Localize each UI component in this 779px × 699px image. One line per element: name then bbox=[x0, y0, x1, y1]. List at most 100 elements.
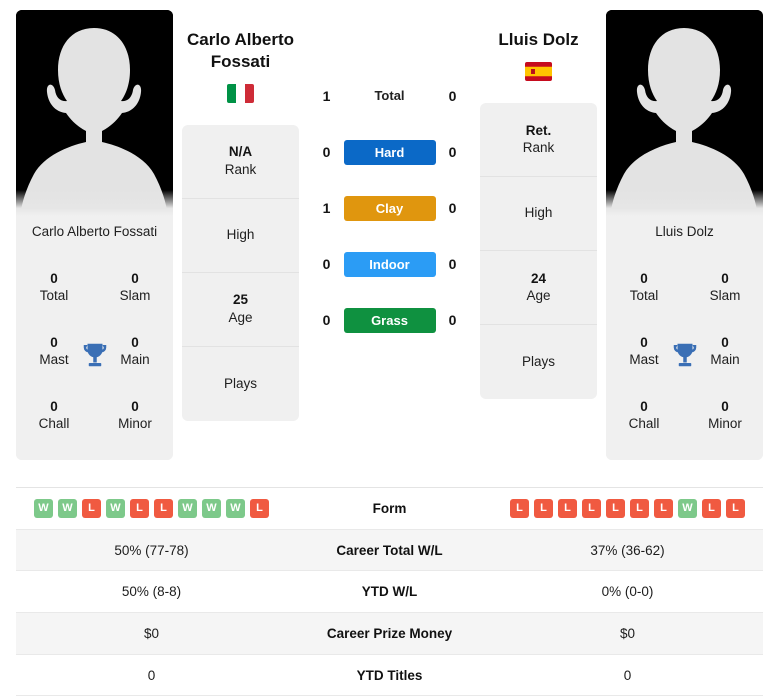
titles-main: 0 Main bbox=[109, 335, 161, 369]
stat-right-value: 0 bbox=[623, 667, 632, 683]
form-badge-loss[interactable]: L bbox=[154, 498, 173, 518]
table-row: 50% (8-8) YTD W/L 0% (0-0) bbox=[16, 571, 763, 614]
form-badge-win[interactable]: W bbox=[34, 498, 53, 518]
left-age-block: 25 Age bbox=[182, 273, 299, 347]
form-badge-loss[interactable]: L bbox=[510, 498, 529, 518]
spain-flag-icon bbox=[525, 61, 552, 81]
head-to-head-column: 1 Total 0 0 Hard 0 1 Clay 0 0 Indoor 0 0 Grass 0 bbox=[308, 10, 471, 348]
left-player-card: Carlo Alberto Fossati 0 Total 0 Slam 0 M… bbox=[16, 10, 173, 461]
stat-row-label: YTD Titles bbox=[356, 667, 423, 683]
surface-pill-hard[interactable]: Hard bbox=[343, 139, 436, 165]
h2h-surface-label: Total bbox=[344, 87, 436, 105]
h2h-left-score: 1 bbox=[322, 88, 331, 104]
stat-right-value: 0% (0-0) bbox=[601, 584, 654, 600]
titles-chall: 0 Chall bbox=[28, 399, 80, 433]
titles-mast-value: 0 bbox=[50, 335, 58, 351]
h2h-right-score: 0 bbox=[448, 144, 457, 160]
h2h-surface-label[interactable]: Indoor bbox=[343, 251, 436, 277]
titles-main-value: 0 bbox=[131, 335, 139, 351]
titles-total: 0 Total bbox=[28, 271, 80, 305]
titles-minor-value: 0 bbox=[721, 399, 729, 415]
titles-row-bottom: 0 Chall 0 Minor bbox=[606, 384, 763, 448]
h2h-surface-label[interactable]: Hard bbox=[343, 139, 436, 165]
titles-total-value: 0 bbox=[50, 271, 58, 287]
left-age-value: 25 bbox=[232, 292, 249, 308]
titles-main-value: 0 bbox=[721, 335, 729, 351]
player-silhouette-icon bbox=[606, 10, 763, 216]
titles-slam-label: Slam bbox=[709, 288, 741, 304]
form-badge-loss[interactable]: L bbox=[582, 498, 601, 518]
titles-main-label: Main bbox=[710, 352, 740, 368]
titles-mast: 0 Mast bbox=[618, 335, 670, 369]
photo-fade bbox=[16, 190, 173, 216]
form-badge-loss[interactable]: L bbox=[630, 498, 649, 518]
form-badge-loss[interactable]: L bbox=[534, 498, 553, 518]
surface-pill-indoor[interactable]: Indoor bbox=[343, 251, 436, 277]
stat-right-value: $0 bbox=[619, 625, 636, 641]
left-rank-value: N/A bbox=[228, 144, 253, 160]
titles-mast-value: 0 bbox=[640, 335, 648, 351]
stat-row-label: Career Total W/L bbox=[336, 542, 443, 558]
right-high-block: High bbox=[480, 177, 597, 251]
left-rank-label: Rank bbox=[224, 162, 257, 177]
surface-pill-clay[interactable]: Clay bbox=[343, 195, 436, 221]
titles-total-label: Total bbox=[39, 288, 69, 304]
right-high-label: High bbox=[524, 205, 553, 221]
titles-row-bottom: 0 Chall 0 Minor bbox=[16, 384, 173, 448]
form-badge-loss[interactable]: L bbox=[558, 498, 577, 518]
surface-pill-grass[interactable]: Grass bbox=[343, 307, 436, 333]
titles-slam-value: 0 bbox=[131, 271, 139, 287]
titles-chall-value: 0 bbox=[50, 399, 58, 415]
titles-chall-label: Chall bbox=[38, 416, 70, 432]
h2h-surface-label[interactable]: Clay bbox=[343, 195, 436, 221]
titles-mast: 0 Mast bbox=[28, 335, 80, 369]
left-age-label: Age bbox=[228, 310, 253, 325]
stat-row-label: Career Prize Money bbox=[326, 625, 453, 641]
right-player-info-card: Ret. Rank High 24 Age Plays bbox=[480, 102, 597, 399]
form-badge-win[interactable]: W bbox=[678, 498, 697, 518]
right-rank-block: Ret. Rank bbox=[480, 103, 597, 177]
stat-row-label: Form bbox=[372, 500, 407, 516]
h2h-row-clay: 1 Clay 0 bbox=[308, 180, 471, 236]
form-badge-loss[interactable]: L bbox=[702, 498, 721, 518]
stat-left-value: 50% (8-8) bbox=[121, 584, 182, 600]
h2h-right-score: 0 bbox=[448, 312, 457, 328]
form-badge-loss[interactable]: L bbox=[130, 498, 149, 518]
titles-chall-label: Chall bbox=[628, 416, 660, 432]
stat-left-value: 0 bbox=[147, 667, 156, 683]
titles-main-label: Main bbox=[120, 352, 150, 368]
form-badge-loss[interactable]: L bbox=[82, 498, 101, 518]
right-plays-block: Plays bbox=[480, 325, 597, 399]
left-player-name[interactable]: Carlo Alberto Fossati bbox=[187, 10, 294, 73]
titles-minor-label: Minor bbox=[708, 416, 742, 432]
h2h-row-grass: 0 Grass 0 bbox=[308, 292, 471, 348]
h2h-right-score: 0 bbox=[448, 200, 457, 216]
right-plays-label: Plays bbox=[521, 353, 555, 369]
right-rank-value: Ret. bbox=[525, 122, 552, 138]
photo-fade bbox=[606, 190, 763, 216]
titles-minor: 0 Minor bbox=[699, 399, 751, 433]
form-badge-win[interactable]: W bbox=[202, 498, 221, 518]
form-badge-win[interactable]: W bbox=[58, 498, 77, 518]
right-rank-label: Rank bbox=[522, 140, 555, 156]
table-row: 0 YTD Titles 0 bbox=[16, 655, 763, 697]
h2h-surface-label[interactable]: Grass bbox=[343, 307, 436, 333]
form-badge-win[interactable]: W bbox=[226, 498, 245, 518]
h2h-total-label: Total bbox=[374, 88, 405, 103]
table-row: $0 Career Prize Money $0 bbox=[16, 613, 763, 655]
left-high-label: High bbox=[226, 227, 255, 243]
left-player-info-column: Carlo Alberto Fossati N/A Rank High 25 A… bbox=[182, 10, 299, 421]
titles-row-top: 0 Total 0 Slam bbox=[606, 256, 763, 320]
form-badge-loss[interactable]: L bbox=[726, 498, 745, 518]
form-badge-win[interactable]: W bbox=[106, 498, 125, 518]
form-badge-loss[interactable]: L bbox=[606, 498, 625, 518]
player-comparison-page: Carlo Alberto Fossati 0 Total 0 Slam 0 M… bbox=[0, 0, 779, 699]
table-row: W W L W L L W W W L Form L L L L L L L W L L bbox=[16, 488, 763, 530]
form-badge-win[interactable]: W bbox=[178, 498, 197, 518]
right-photo-caption: Lluis Dolz bbox=[606, 216, 763, 251]
form-badge-loss[interactable]: L bbox=[250, 498, 269, 518]
right-player-name[interactable]: Lluis Dolz bbox=[498, 10, 578, 51]
left-player-name-line1: Carlo Alberto bbox=[186, 30, 295, 49]
form-badge-loss[interactable]: L bbox=[654, 498, 673, 518]
stat-left-value: 50% (77-78) bbox=[114, 542, 189, 558]
